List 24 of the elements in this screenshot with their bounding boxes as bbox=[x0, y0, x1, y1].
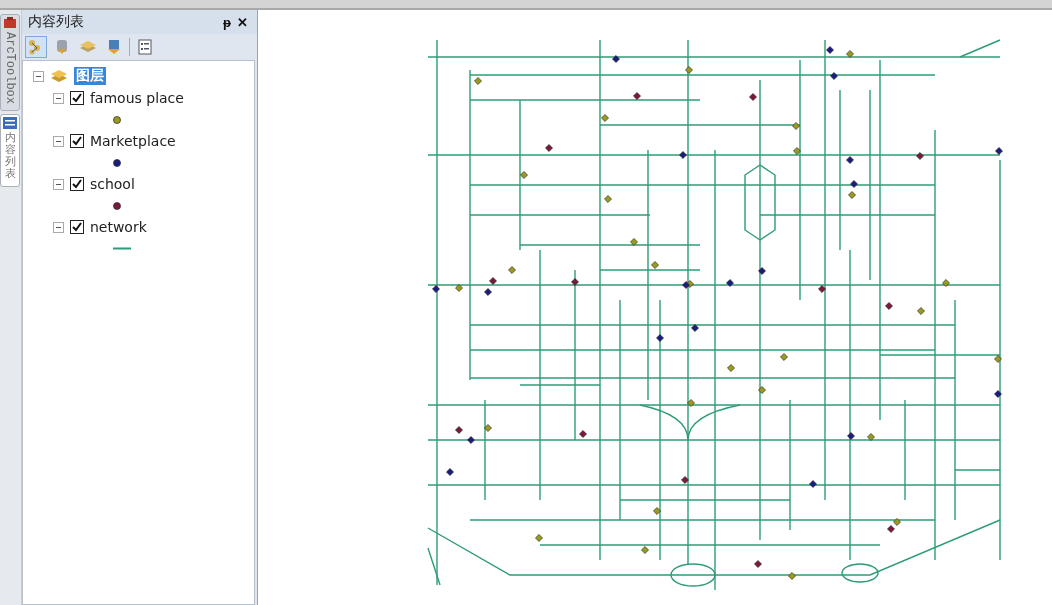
toolbox-icon bbox=[3, 17, 18, 29]
layer-name[interactable]: famous place bbox=[89, 90, 184, 106]
collapse-toggle[interactable] bbox=[52, 135, 64, 147]
collapse-toggle[interactable] bbox=[52, 92, 64, 104]
collapse-toggle[interactable] bbox=[32, 70, 44, 82]
layer-checkbox[interactable] bbox=[69, 177, 84, 191]
layer-name[interactable]: school bbox=[89, 176, 135, 192]
panel-title: 内容列表 bbox=[27, 13, 85, 31]
close-button[interactable]: ✕ bbox=[234, 14, 251, 30]
layers-icon bbox=[78, 39, 97, 55]
list-icon bbox=[137, 39, 152, 55]
layer-checkbox[interactable] bbox=[69, 91, 84, 105]
collapse-toggle[interactable] bbox=[52, 221, 64, 233]
collapse-toggle[interactable] bbox=[52, 178, 64, 190]
side-tab[interactable]: ArcToolbox bbox=[0, 14, 21, 111]
layer-group-label[interactable]: 图层 bbox=[73, 67, 106, 85]
layer-name[interactable]: network bbox=[89, 219, 147, 235]
layer-checkbox[interactable] bbox=[69, 220, 84, 234]
list-icon bbox=[3, 117, 18, 129]
layers-icon bbox=[49, 69, 68, 83]
pin-button[interactable]: ᵽ bbox=[220, 14, 234, 30]
side-tab[interactable]: 内容列表 bbox=[0, 114, 21, 188]
layer-checkbox[interactable] bbox=[69, 134, 84, 148]
layer-name[interactable]: Marketplace bbox=[89, 133, 176, 149]
